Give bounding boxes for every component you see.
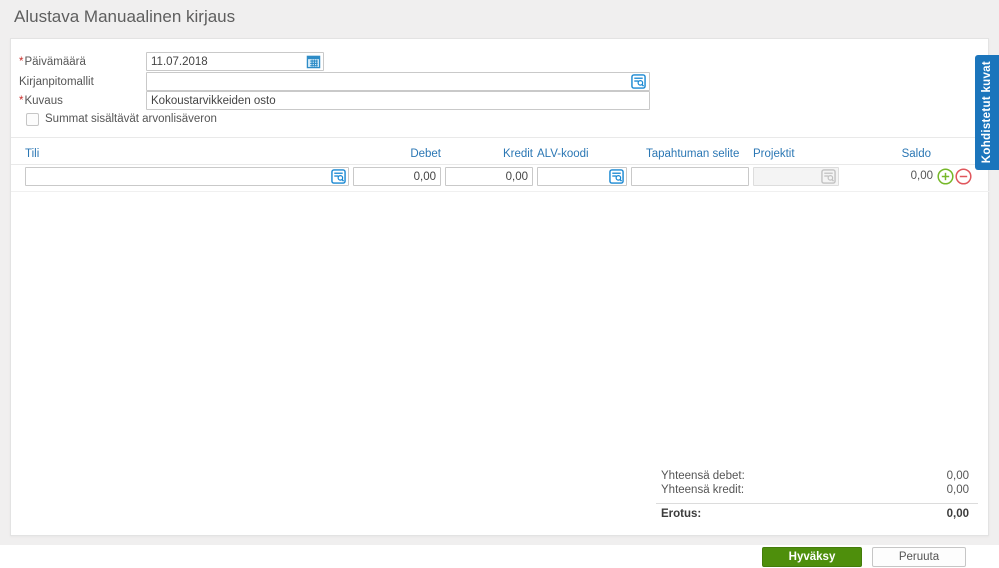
accept-button[interactable]: Hyväksy [762,547,862,567]
date-label: *Päivämäärä [19,56,86,68]
tab-kohdistetut-kuvat[interactable]: Kohdistetut kuvat [975,55,999,170]
row-kredit-input[interactable] [445,167,533,186]
row-selite-input[interactable] [631,167,749,186]
row-saldo-value: 0,00 [910,170,933,182]
erotus-label: Erotus: [661,508,702,520]
required-marker: * [19,56,24,68]
lookup-icon[interactable] [609,169,624,184]
required-marker: * [19,95,24,107]
row-tili-input[interactable] [25,167,349,186]
column-header-debet: Debet [410,148,441,160]
row-divider [11,191,990,192]
journal-entry-panel: *Päivämäärä Kirjanpitomallit *Kuvaus Sum… [10,38,990,536]
column-header-alv: ALV-koodi [537,148,589,160]
date-input[interactable] [146,52,324,71]
vat-included-checkbox[interactable] [26,113,39,126]
total-kredit-label: Yhteensä kredit: [661,484,745,496]
templates-input[interactable] [146,72,650,91]
tab-kohdistetut-kuvat-label: Kohdistetut kuvat [981,61,993,164]
row-debet-input[interactable] [353,167,441,186]
templates-label: Kirjanpitomallit [19,76,94,88]
lookup-icon-disabled [821,169,836,184]
cancel-button[interactable]: Peruuta [872,547,966,567]
column-header-selite: Tapahtuman selite [646,148,740,160]
lookup-icon[interactable] [331,169,346,184]
total-debet-label: Yhteensä debet: [661,470,745,482]
total-debet-value: 0,00 [946,470,969,482]
column-header-saldo: Saldo [901,148,931,160]
erotus-value: 0,00 [946,508,969,520]
vat-included-label: Summat sisältävät arvonlisäveron [45,113,217,125]
lookup-icon[interactable] [631,74,646,89]
description-input[interactable] [146,91,650,110]
description-label: *Kuvaus [19,95,63,107]
plus-circle-icon[interactable] [937,168,954,185]
column-header-projektit: Projektit [753,148,795,160]
table-header-divider [11,164,990,165]
minus-circle-icon[interactable] [955,168,972,185]
total-kredit-value: 0,00 [946,484,969,496]
section-divider [11,137,990,138]
page-title: Alustava Manuaalinen kirjaus [14,7,236,26]
column-header-kredit: Kredit [502,148,533,160]
calendar-icon[interactable] [306,54,321,69]
column-header-tili: Tili [25,148,40,160]
totals-divider [656,503,978,504]
